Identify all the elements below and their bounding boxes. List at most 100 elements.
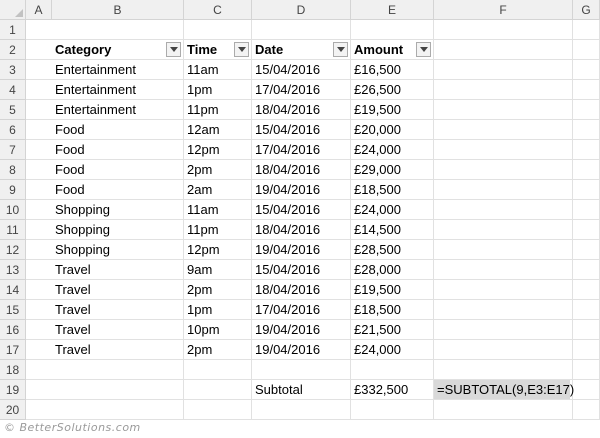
table-cell-time[interactable]: 2pm [184, 340, 251, 359]
table-cell-date[interactable]: 19/04/2016 [252, 180, 350, 199]
table-cell-amount[interactable]: £18,500 [351, 180, 433, 199]
table-cell-time[interactable]: 2am [184, 180, 251, 199]
row-header-12[interactable]: 12 [0, 240, 26, 260]
table-cell-amount[interactable]: £19,500 [351, 100, 433, 119]
row-header-19[interactable]: 19 [0, 380, 26, 400]
table-cell-category[interactable]: Travel [52, 320, 183, 339]
table-cell-category[interactable]: Travel [52, 280, 183, 299]
column-header-f[interactable]: F [434, 0, 573, 20]
table-cell-amount[interactable]: £21,500 [351, 320, 433, 339]
table-cell-category[interactable]: Shopping [52, 200, 183, 219]
gridline-vertical [572, 20, 573, 420]
spreadsheet-grid[interactable]: ABCDEFG 1 2 3 4 5 6 7 8 9 10 11 12 13 14 15 16 17 18 19 20 … [0, 0, 600, 420]
row-header-1[interactable]: 1 [0, 20, 26, 40]
filter-dropdown-time[interactable] [234, 42, 249, 57]
row-header-16[interactable]: 16 [0, 320, 26, 340]
table-cell-time[interactable]: 12am [184, 120, 251, 139]
table-cell-category[interactable]: Shopping [52, 220, 183, 239]
table-cell-amount[interactable]: £24,000 [351, 200, 433, 219]
row-header-5[interactable]: 5 [0, 100, 26, 120]
gridline-horizontal [26, 399, 600, 400]
table-cell-date[interactable]: 15/04/2016 [252, 260, 350, 279]
filter-dropdown-amount[interactable] [416, 42, 431, 57]
table-cell-category[interactable]: Entertainment [52, 100, 183, 119]
table-cell-amount[interactable]: £28,000 [351, 260, 433, 279]
table-cell-category[interactable]: Food [52, 180, 183, 199]
table-cell-time[interactable]: 11am [184, 200, 251, 219]
table-cell-time[interactable]: 11pm [184, 220, 251, 239]
table-cell-time[interactable]: 1pm [184, 300, 251, 319]
filter-dropdown-date[interactable] [333, 42, 348, 57]
table-cell-amount[interactable]: £26,500 [351, 80, 433, 99]
table-cell-amount[interactable]: £29,000 [351, 160, 433, 179]
row-header-4[interactable]: 4 [0, 80, 26, 100]
table-cell-amount[interactable]: £24,000 [351, 140, 433, 159]
table-cell-amount[interactable]: £16,500 [351, 60, 433, 79]
column-header-c[interactable]: C [184, 0, 252, 20]
table-cell-category[interactable]: Travel [52, 340, 183, 359]
table-cell-amount[interactable]: £19,500 [351, 280, 433, 299]
table-cell-time[interactable]: 2pm [184, 280, 251, 299]
column-header-b[interactable]: B [52, 0, 184, 20]
table-cell-amount[interactable]: £24,000 [351, 340, 433, 359]
table-cell-date[interactable]: 15/04/2016 [252, 200, 350, 219]
row-header-10[interactable]: 10 [0, 200, 26, 220]
table-cell-time[interactable]: 11pm [184, 100, 251, 119]
table-cell-category[interactable]: Travel [52, 300, 183, 319]
table-cell-category[interactable]: Food [52, 120, 183, 139]
row-header-20[interactable]: 20 [0, 400, 26, 420]
row-header-18[interactable]: 18 [0, 360, 26, 380]
table-header-category[interactable]: Category [52, 40, 183, 59]
table-cell-category[interactable]: Entertainment [52, 60, 183, 79]
table-cell-category[interactable]: Shopping [52, 240, 183, 259]
table-cell-date[interactable]: 18/04/2016 [252, 100, 350, 119]
table-cell-date[interactable]: 18/04/2016 [252, 220, 350, 239]
table-cell-time[interactable]: 1pm [184, 80, 251, 99]
table-cell-date[interactable]: 17/04/2016 [252, 140, 350, 159]
row-header-3[interactable]: 3 [0, 60, 26, 80]
table-cell-date[interactable]: 15/04/2016 [252, 60, 350, 79]
subtotal-label[interactable]: Subtotal [252, 380, 350, 399]
table-cell-time[interactable]: 10pm [184, 320, 251, 339]
table-cell-amount[interactable]: £20,000 [351, 120, 433, 139]
row-header-7[interactable]: 7 [0, 140, 26, 160]
table-cell-date[interactable]: 19/04/2016 [252, 340, 350, 359]
table-cell-category[interactable]: Food [52, 160, 183, 179]
row-header-15[interactable]: 15 [0, 300, 26, 320]
table-cell-date[interactable]: 17/04/2016 [252, 80, 350, 99]
row-header-17[interactable]: 17 [0, 340, 26, 360]
table-cell-time[interactable]: 12pm [184, 240, 251, 259]
table-cell-time[interactable]: 9am [184, 260, 251, 279]
table-cell-date[interactable]: 17/04/2016 [252, 300, 350, 319]
filter-dropdown-category[interactable] [166, 42, 181, 57]
row-header-6[interactable]: 6 [0, 120, 26, 140]
row-header-13[interactable]: 13 [0, 260, 26, 280]
table-cell-date[interactable]: 15/04/2016 [252, 120, 350, 139]
table-cell-date[interactable]: 18/04/2016 [252, 280, 350, 299]
row-header-14[interactable]: 14 [0, 280, 26, 300]
table-cell-time[interactable]: 11am [184, 60, 251, 79]
table-cell-date[interactable]: 19/04/2016 [252, 320, 350, 339]
row-header-8[interactable]: 8 [0, 160, 26, 180]
subtotal-formula-cell[interactable]: =SUBTOTAL(9,E3:E17) [434, 380, 574, 399]
table-cell-date[interactable]: 19/04/2016 [252, 240, 350, 259]
table-cell-amount[interactable]: £28,500 [351, 240, 433, 259]
subtotal-value[interactable]: £332,500 [351, 380, 433, 399]
table-cell-time[interactable]: 12pm [184, 140, 251, 159]
table-cell-date[interactable]: 18/04/2016 [252, 160, 350, 179]
gridline-horizontal [26, 419, 600, 420]
row-header-2[interactable]: 2 [0, 40, 26, 60]
row-header-9[interactable]: 9 [0, 180, 26, 200]
table-cell-category[interactable]: Travel [52, 260, 183, 279]
column-header-d[interactable]: D [252, 0, 351, 20]
table-cell-amount[interactable]: £14,500 [351, 220, 433, 239]
table-cell-category[interactable]: Entertainment [52, 80, 183, 99]
table-cell-amount[interactable]: £18,500 [351, 300, 433, 319]
select-all-corner[interactable] [0, 0, 26, 20]
row-header-11[interactable]: 11 [0, 220, 26, 240]
table-cell-category[interactable]: Food [52, 140, 183, 159]
column-header-e[interactable]: E [351, 0, 434, 20]
table-cell-time[interactable]: 2pm [184, 160, 251, 179]
column-header-g[interactable]: G [573, 0, 600, 20]
column-header-a[interactable]: A [26, 0, 52, 20]
